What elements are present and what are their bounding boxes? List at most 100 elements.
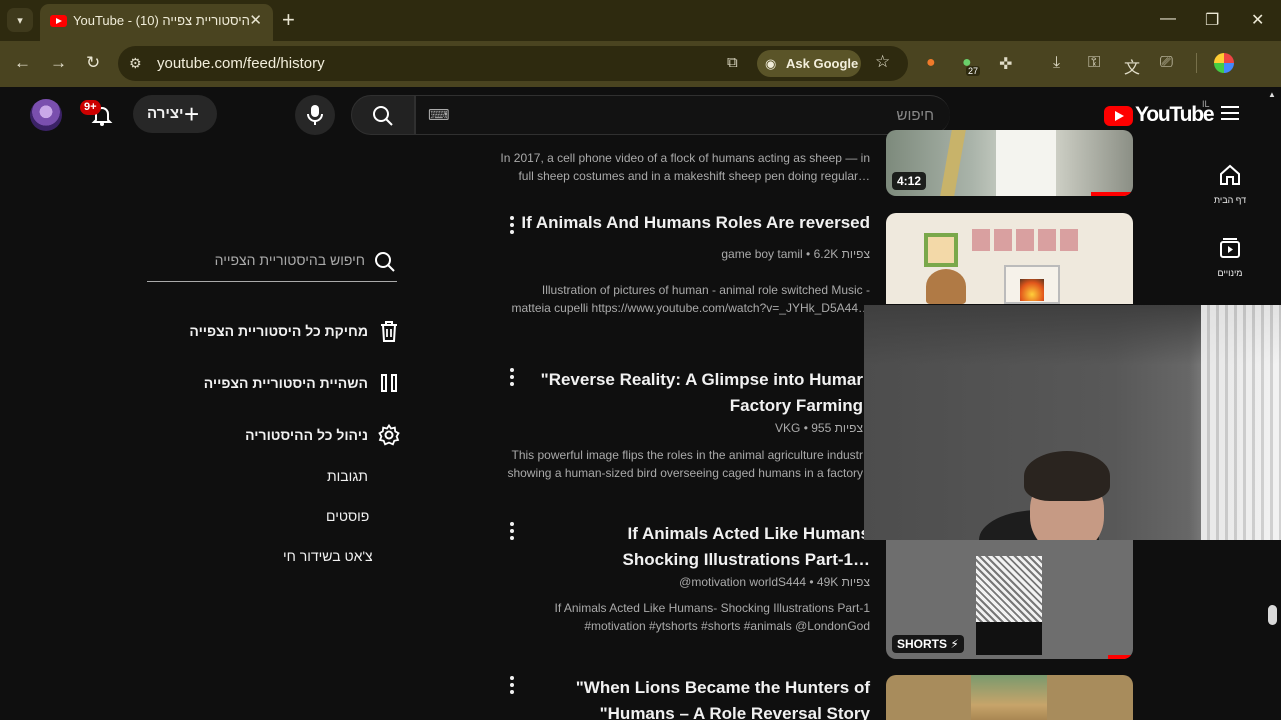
youtube-logo[interactable]: YouTube IL — [1104, 99, 1215, 127]
description-line: #motivation #ytshorts #shorts #animals @… — [584, 619, 870, 633]
video-description: This powerful image flips the roles in t… — [507, 446, 863, 482]
video-title[interactable]: If Animals Acted Like Humans Shocking Il… — [623, 521, 871, 573]
bookmark-star-icon[interactable]: ☆ — [875, 52, 890, 72]
live-chat-link[interactable]: צ'אט בשידור חי — [283, 548, 373, 564]
duration-badge: 4:12 — [892, 172, 927, 190]
watch-progress-bar — [1108, 655, 1133, 659]
browser-tab-bar: ▾ YouTube - היסטוריית צפייה (10) ✕ + — ❐… — [0, 0, 1281, 41]
tab-search-icon[interactable]: ▾ — [7, 8, 33, 32]
video-meta: VKG • 955 צפיות — [775, 421, 863, 435]
thumbnail-art — [971, 675, 1047, 720]
tab-close-icon[interactable]: ✕ — [249, 11, 262, 29]
scroll-up-arrow-icon[interactable]: ▲ — [1268, 90, 1276, 99]
video-title[interactable]: If Animals And Humans Roles Are reversed — [521, 210, 870, 236]
pause-history-label: השהיית היסטוריית הצפייה — [203, 375, 368, 391]
notifications-badge: 9+ — [80, 100, 101, 115]
thumbnail-art — [924, 233, 958, 267]
thumbnail-art — [940, 130, 966, 196]
search-button[interactable] — [351, 95, 415, 135]
page-scrollbar-thumb[interactable] — [1268, 605, 1277, 625]
webcam-person-hair — [1024, 451, 1110, 501]
pause-watch-history-button[interactable]: השהיית היסטוריית הצפייה — [204, 370, 400, 396]
back-icon[interactable]: ← — [14, 53, 31, 73]
ask-google-button[interactable]: ◉ Ask Google — [757, 50, 861, 77]
more-actions-icon[interactable] — [506, 368, 518, 388]
voice-search-button[interactable] — [295, 95, 335, 135]
video-title[interactable]: "When Lions Became the Hunters of "Human… — [576, 675, 870, 720]
more-actions-icon[interactable] — [506, 522, 518, 542]
address-bar[interactable]: ⚙ youtube.com/feed/history ⧉ ◉ Ask Googl… — [118, 46, 908, 81]
restore-icon[interactable]: ❐ — [1205, 10, 1219, 30]
video-thumbnail[interactable]: 4:12 — [886, 130, 1133, 196]
url-text[interactable]: youtube.com/feed/history — [157, 55, 325, 72]
minimize-icon[interactable]: — — [1160, 10, 1176, 28]
history-search-placeholder: חיפוש בהיסטוריית הצפייה — [214, 252, 365, 268]
lens-icon: ◉ — [765, 56, 777, 71]
description-line: In 2017, a cell phone video of a flock o… — [500, 151, 870, 165]
new-tab-icon[interactable]: + — [282, 7, 295, 33]
translate-icon[interactable]: 文 — [1124, 54, 1140, 78]
clear-watch-history-button[interactable]: מחיקת כל היסטוריית הצפייה — [189, 318, 400, 344]
watch-progress-bar — [1091, 192, 1133, 196]
create-button[interactable]: + יצירה — [133, 95, 217, 133]
description-line: showing a human-sized bird overseeing ca… — [507, 466, 863, 480]
posts-link[interactable]: פוסטים — [326, 508, 369, 524]
youtube-play-icon — [1104, 106, 1133, 126]
extensions-puzzle-icon[interactable]: ✜ — [999, 54, 1012, 74]
more-actions-icon[interactable] — [506, 676, 518, 696]
shorts-badge: SHORTS ⚡ — [892, 635, 964, 653]
download-icon[interactable]: ⤓ — [1053, 54, 1060, 72]
manage-history-button[interactable]: ניהול כל ההיסטוריה — [245, 422, 400, 448]
title-line: Shocking Illustrations Part-1… — [622, 550, 871, 569]
guide-menu-icon[interactable] — [1221, 106, 1239, 120]
history-search-input[interactable]: חיפוש בהיסטוריית הצפייה — [147, 246, 397, 282]
video-thumbnail[interactable] — [886, 213, 1133, 304]
subscriptions-icon — [1220, 238, 1240, 258]
home-icon — [1220, 164, 1240, 185]
shorts-label: SHORTS — [897, 637, 948, 651]
forward-icon[interactable]: → — [50, 53, 67, 73]
rail-item-subscriptions[interactable]: מינויים — [1200, 236, 1260, 278]
comments-link[interactable]: תגובות — [327, 468, 368, 484]
microphone-icon — [307, 105, 323, 125]
trash-icon — [378, 320, 400, 342]
video-thumbnail[interactable] — [886, 675, 1133, 720]
install-app-icon[interactable]: ⧉ — [727, 54, 738, 71]
more-actions-icon[interactable] — [506, 216, 518, 236]
thumbnail-art — [996, 130, 1056, 196]
video-thumbnail[interactable]: SHORTS ⚡ — [886, 540, 1133, 659]
rail-item-home[interactable]: דף הבית — [1200, 163, 1260, 205]
search-icon — [373, 106, 393, 126]
video-meta: game boy tamil • 6.2K צפיות — [721, 247, 870, 261]
screenshot-icon[interactable]: ⎚ — [1160, 54, 1173, 72]
account-avatar[interactable] — [30, 99, 62, 131]
description-line: If Animals Acted Like Humans- Shocking I… — [554, 601, 870, 615]
thumbnail-art — [972, 229, 1082, 251]
thumbnail-art — [976, 556, 1042, 655]
title-line: "Humans – A Role Reversal Story — [599, 704, 870, 720]
plus-icon: + — [184, 99, 200, 129]
youtube-favicon-icon — [50, 15, 67, 27]
window-close-icon[interactable]: ✕ — [1251, 10, 1264, 30]
site-info-icon[interactable]: ⚙ — [129, 55, 142, 72]
clear-history-label: מחיקת כל היסטוריית הצפייה — [189, 323, 368, 339]
thumbnail-art — [1020, 279, 1044, 301]
profile-avatar-icon[interactable] — [1214, 53, 1234, 73]
browser-toolbar: ← → ↻ ⚙ youtube.com/feed/history ⧉ ◉ Ask… — [0, 41, 1281, 87]
extension-orange-icon[interactable]: ● — [926, 54, 936, 72]
ask-google-label: Ask Google — [786, 56, 859, 71]
video-title[interactable]: "Reverse Reality: A Glimpse into Humar F… — [541, 367, 863, 419]
pause-icon — [378, 372, 400, 394]
password-key-icon[interactable]: ⚿ — [1088, 54, 1100, 72]
title-line: "Reverse Reality: A Glimpse into Humar — [540, 370, 863, 389]
description-line: This powerful image flips the roles in t… — [511, 448, 864, 462]
video-description: In 2017, a cell phone video of a flock o… — [500, 149, 870, 185]
search-input[interactable]: חיפוש ⌨ — [415, 95, 950, 135]
video-meta: @motivation worldS444 • 49K צפיות — [679, 575, 870, 589]
search-placeholder: חיפוש — [896, 107, 934, 124]
reload-icon[interactable]: ↻ — [86, 53, 100, 73]
keyboard-icon[interactable]: ⌨ — [428, 106, 450, 124]
webcam-window-blinds — [1201, 305, 1281, 540]
browser-tab[interactable]: YouTube - היסטוריית צפייה (10) ✕ — [40, 4, 273, 41]
video-description: If Animals Acted Like Humans- Shocking I… — [555, 599, 870, 635]
